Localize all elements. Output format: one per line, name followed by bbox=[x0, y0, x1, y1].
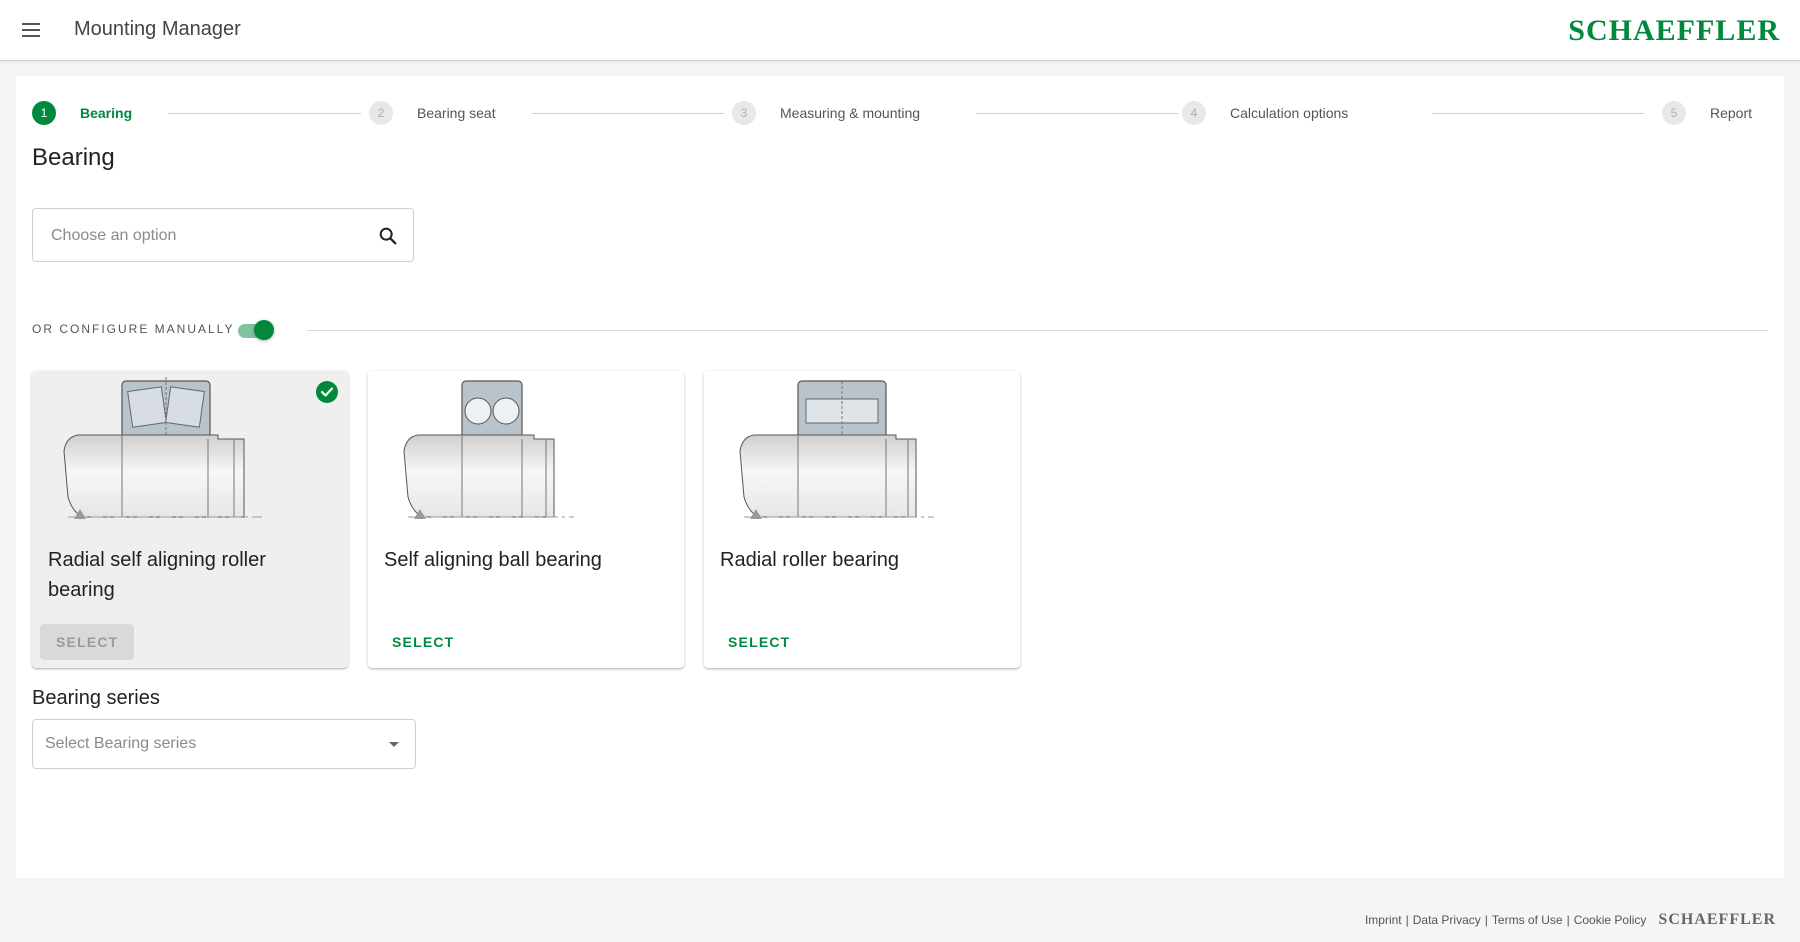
step-number: 4 bbox=[1182, 101, 1206, 125]
card-title: Self aligning ball bearing bbox=[384, 549, 602, 571]
step-connector bbox=[976, 113, 1178, 114]
step-number: 3 bbox=[732, 101, 756, 125]
footer-link-cookie-policy[interactable]: Cookie Policy bbox=[1574, 913, 1647, 927]
configure-manually-row: OR CONFIGURE MANUALLY bbox=[32, 317, 1768, 343]
configure-manually-toggle[interactable] bbox=[238, 320, 274, 340]
bearing-series-title: Bearing series bbox=[32, 687, 160, 709]
step-number: 2 bbox=[369, 101, 393, 125]
step-bearing[interactable]: 1 Bearing bbox=[32, 101, 132, 125]
step-report[interactable]: 5 Report bbox=[1662, 101, 1752, 125]
top-bar: Mounting Manager SCHAEFFLER bbox=[0, 0, 1800, 61]
section-title: Bearing bbox=[32, 144, 115, 171]
footer-link-imprint[interactable]: Imprint bbox=[1365, 913, 1402, 927]
selected-check-icon bbox=[316, 381, 338, 403]
main-card: 1 Bearing 2 Bearing seat 3 Measuring & m… bbox=[16, 76, 1784, 878]
step-label: Bearing seat bbox=[417, 105, 496, 121]
bearing-search-input[interactable] bbox=[49, 223, 363, 249]
step-calculation-options[interactable]: 4 Calculation options bbox=[1182, 101, 1348, 125]
select-button[interactable]: SELECT bbox=[712, 624, 806, 660]
stepper: 1 Bearing 2 Bearing seat 3 Measuring & m… bbox=[32, 101, 1752, 131]
bearing-series-select[interactable]: Select Bearing series bbox=[32, 719, 416, 769]
bearing-type-card-radial-roller[interactable]: Radial roller bearing SELECT bbox=[704, 371, 1020, 668]
step-number: 1 bbox=[32, 101, 56, 125]
cylindrical-roller-bearing-icon bbox=[739, 380, 934, 519]
select-button[interactable]: SELECT bbox=[376, 624, 470, 660]
self-aligning-ball-bearing-icon bbox=[403, 380, 574, 519]
step-measuring-mounting[interactable]: 3 Measuring & mounting bbox=[732, 101, 920, 125]
card-title: Radial roller bearing bbox=[720, 549, 899, 571]
step-connector bbox=[1432, 113, 1644, 114]
footer-separator: | bbox=[1484, 913, 1488, 927]
step-label: Measuring & mounting bbox=[780, 105, 921, 121]
step-label: Calculation options bbox=[1230, 105, 1349, 121]
step-label: Bearing bbox=[80, 105, 133, 121]
bearing-type-card-self-aligning-ball[interactable]: Self aligning ball bearing SELECT bbox=[368, 371, 684, 668]
bearing-series-placeholder: Select Bearing series bbox=[45, 735, 197, 752]
footer-separator: | bbox=[1566, 913, 1570, 927]
footer-link-terms-of-use[interactable]: Terms of Use bbox=[1492, 913, 1563, 927]
bearing-type-card-radial-self-aligning-roller[interactable]: Radial self aligning roller bearing SELE… bbox=[32, 371, 348, 668]
step-number: 5 bbox=[1662, 101, 1686, 125]
divider bbox=[307, 330, 1768, 331]
footer: Imprint | Data Privacy | Terms of Use | … bbox=[1365, 911, 1776, 929]
select-button[interactable]: SELECT bbox=[40, 624, 135, 660]
hamburger-menu-icon[interactable] bbox=[20, 18, 44, 42]
step-bearing-seat[interactable]: 2 Bearing seat bbox=[369, 101, 496, 125]
footer-separator: | bbox=[1405, 913, 1409, 927]
dropdown-arrow-icon bbox=[389, 742, 399, 747]
spherical-roller-bearing-icon bbox=[63, 377, 262, 519]
step-label: Report bbox=[1710, 105, 1753, 121]
app-title: Mounting Manager bbox=[74, 18, 241, 40]
bearing-search-field[interactable] bbox=[32, 208, 414, 262]
step-connector bbox=[532, 113, 724, 114]
card-title: Radial self aligning roller bearing bbox=[48, 549, 266, 601]
step-connector bbox=[168, 113, 361, 114]
footer-link-data-privacy[interactable]: Data Privacy bbox=[1413, 913, 1481, 927]
footer-schaeffler-logo[interactable]: SCHAEFFLER bbox=[1658, 911, 1776, 929]
search-icon[interactable] bbox=[377, 225, 399, 247]
schaeffler-logo[interactable]: SCHAEFFLER bbox=[1568, 14, 1780, 48]
configure-manually-label: OR CONFIGURE MANUALLY bbox=[32, 322, 235, 336]
